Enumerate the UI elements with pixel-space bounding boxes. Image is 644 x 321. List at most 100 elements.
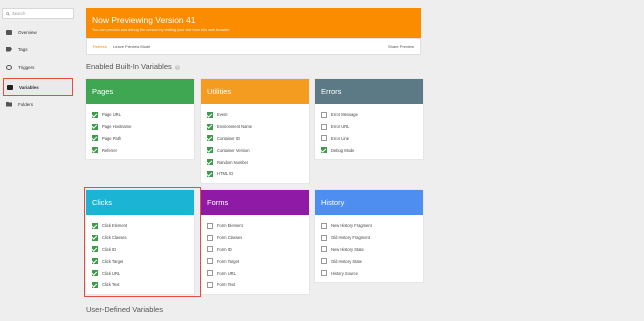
checkbox[interactable]: [207, 159, 213, 166]
checkbox-label: Page Hostname: [102, 124, 132, 130]
checkbox[interactable]: [207, 123, 213, 130]
checkbox-row[interactable]: Click Text: [92, 279, 189, 291]
checkbox-row[interactable]: Page Path: [92, 133, 189, 145]
sidebar-item-label: Variables: [19, 84, 39, 90]
checkbox-row[interactable]: New History State: [321, 244, 418, 256]
sidebar-item-variables[interactable]: Variables: [3, 78, 73, 96]
checkbox[interactable]: [321, 270, 327, 277]
checkbox-row[interactable]: Click Element: [92, 220, 189, 232]
checkbox[interactable]: [321, 246, 327, 253]
checkbox[interactable]: [321, 135, 327, 142]
checkbox[interactable]: [92, 147, 98, 154]
checkbox-row[interactable]: Error URL: [321, 121, 418, 133]
checkbox-row[interactable]: Error Line: [321, 133, 418, 145]
checkbox-row[interactable]: Old History Fragment: [321, 232, 418, 244]
search-icon: [6, 11, 10, 16]
checkbox-row[interactable]: Old History State: [321, 255, 418, 267]
checkbox[interactable]: [207, 111, 213, 118]
checkbox-row[interactable]: Form Classes: [207, 232, 304, 244]
checkbox-label: Error Line: [331, 135, 349, 141]
checkbox-row[interactable]: Form URL: [207, 267, 304, 279]
checkbox[interactable]: [92, 111, 98, 118]
checkbox-row[interactable]: Click Target: [92, 255, 189, 267]
checkbox-row[interactable]: Click ID: [92, 244, 189, 256]
folder-icon: [6, 101, 12, 107]
checkbox-label: Container Version: [217, 147, 250, 153]
checkbox-row[interactable]: Form Element: [207, 220, 304, 232]
builtin-variables-title: Enabled Built-In Variables: [86, 62, 172, 71]
checkbox[interactable]: [207, 281, 213, 288]
sidebar-item-folders[interactable]: Folders: [3, 97, 73, 111]
checkbox-row[interactable]: New History Fragment: [321, 220, 418, 232]
checkbox[interactable]: [207, 170, 213, 177]
checkbox[interactable]: [207, 258, 213, 265]
builtin-variables-heading: Enabled Built-In Variables?: [86, 62, 180, 71]
checkbox-row[interactable]: Click URL: [92, 267, 189, 279]
card-header: Clicks: [86, 190, 194, 215]
refresh-button[interactable]: Refresh: [93, 44, 107, 49]
checkbox-row[interactable]: Form Text: [207, 279, 304, 291]
checkbox[interactable]: [92, 123, 98, 130]
checkbox[interactable]: [92, 222, 98, 229]
checkbox-label: New History Fragment: [331, 223, 372, 229]
checkbox[interactable]: [207, 147, 213, 154]
checkbox[interactable]: [207, 246, 213, 253]
overview-icon: [6, 29, 12, 35]
checkbox[interactable]: [92, 281, 98, 288]
checkbox-label: Old History Fragment: [331, 235, 370, 241]
checkbox[interactable]: [92, 258, 98, 265]
checkbox[interactable]: [92, 270, 98, 277]
checkbox[interactable]: [321, 258, 327, 265]
checkbox-row[interactable]: Error Message: [321, 109, 418, 121]
checkbox[interactable]: [321, 111, 327, 118]
checkbox[interactable]: [207, 270, 213, 277]
checkbox-row[interactable]: Referrer: [92, 144, 189, 156]
checkbox-row[interactable]: History Source: [321, 267, 418, 279]
leave-preview-button[interactable]: Leave Preview Mode: [113, 44, 150, 49]
checkbox-row[interactable]: Debug Mode: [321, 144, 418, 156]
checkbox-row[interactable]: Container Version: [207, 144, 304, 156]
sidebar: Search Overview Tags Triggers Variables …: [0, 0, 76, 321]
checkbox-label: Click URL: [102, 270, 121, 276]
checkbox-row[interactable]: Random Number: [207, 156, 304, 168]
checkbox[interactable]: [207, 222, 213, 229]
checkbox-label: Form URL: [217, 270, 236, 276]
help-icon[interactable]: ?: [174, 64, 180, 70]
sidebar-item-label: Folders: [18, 101, 34, 107]
checkbox-label: History Source: [331, 270, 358, 276]
checkbox-row[interactable]: Environment Name: [207, 121, 304, 133]
checkbox[interactable]: [207, 234, 213, 241]
checkbox-row[interactable]: Page URL: [92, 109, 189, 121]
checkbox[interactable]: [321, 123, 327, 130]
checkbox[interactable]: [92, 135, 98, 142]
search-input[interactable]: Search: [2, 8, 74, 19]
checkbox-row[interactable]: Click Classes: [92, 232, 189, 244]
checkbox-row[interactable]: Page Hostname: [92, 121, 189, 133]
checkbox[interactable]: [207, 135, 213, 142]
sidebar-item-triggers[interactable]: Triggers: [3, 60, 73, 74]
checkbox[interactable]: [321, 234, 327, 241]
checkbox-row[interactable]: Container ID: [207, 133, 304, 145]
checkbox-label: Form Text: [217, 282, 236, 288]
sidebar-item-overview[interactable]: Overview: [3, 25, 73, 39]
share-preview-button[interactable]: Share Preview: [388, 44, 414, 49]
sidebar-item-tags[interactable]: Tags: [3, 42, 73, 56]
checkbox-label: Click Target: [102, 258, 124, 264]
card-errors: Errors Error Message Error URL Error Lin…: [315, 79, 423, 160]
card-pages: Pages Page URL Page Hostname Page Path R…: [86, 79, 194, 160]
checkbox-row[interactable]: Form ID: [207, 244, 304, 256]
checkbox-row[interactable]: HTML ID: [207, 168, 304, 180]
checkbox-label: Page Path: [102, 135, 122, 141]
checkbox[interactable]: [92, 234, 98, 241]
checkbox-row[interactable]: Form Target: [207, 255, 304, 267]
checkbox-label: Form Element: [217, 223, 243, 229]
checkbox-label: Event: [217, 112, 228, 118]
app-root: Search Overview Tags Triggers Variables …: [0, 0, 644, 321]
checkbox-label: Page URL: [102, 112, 121, 118]
banner-subtitle: You can preview and debug the version by…: [92, 28, 231, 32]
checkbox-row[interactable]: Event: [207, 109, 304, 121]
checkbox[interactable]: [321, 222, 327, 229]
checkbox[interactable]: [92, 246, 98, 253]
checkbox[interactable]: [321, 147, 327, 154]
preview-action-bar: Refresh Leave Preview Mode Share Preview: [86, 38, 421, 55]
